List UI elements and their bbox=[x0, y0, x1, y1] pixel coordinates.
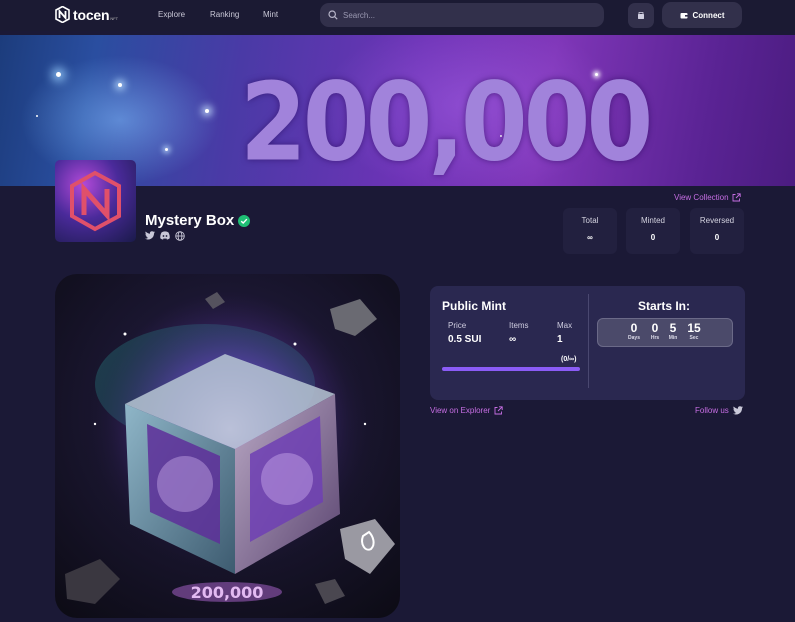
collection-logo-icon bbox=[70, 170, 121, 232]
panel-divider bbox=[588, 294, 589, 388]
logo-text: tocen bbox=[73, 6, 110, 23]
nav-link-mint[interactable]: Mint bbox=[263, 10, 278, 19]
mint-ratio: (0/∞) bbox=[561, 356, 577, 363]
mint-progress-bar bbox=[442, 367, 580, 371]
price-value: 0.5 SUI bbox=[448, 334, 482, 345]
collection-name: Mystery Box bbox=[145, 212, 235, 229]
public-mint-title: Public Mint bbox=[442, 299, 506, 313]
price-label: Price bbox=[448, 321, 467, 330]
countdown-timer: 0 Days 0 Hrs 5 Min 15 Sec bbox=[597, 318, 733, 347]
items-label: Items bbox=[509, 321, 529, 330]
countdown-minutes-value: 5 bbox=[669, 321, 677, 335]
artwork-floor-text: 200,000 bbox=[191, 583, 264, 602]
stat-reversed: Reversed 0 bbox=[690, 208, 744, 254]
countdown-minutes-unit: Min bbox=[668, 335, 678, 341]
view-collection-link[interactable]: View Collection bbox=[674, 193, 741, 202]
stat-label: Total bbox=[581, 216, 599, 225]
countdown-days-value: 0 bbox=[630, 321, 638, 335]
countdown-seconds-unit: Sec bbox=[689, 335, 699, 341]
max-label: Max bbox=[557, 321, 573, 330]
logo[interactable]: tocen NFT bbox=[55, 6, 118, 23]
mystery-box-image: 200,000 bbox=[65, 292, 395, 604]
view-collection-label: View Collection bbox=[674, 193, 729, 202]
external-link-icon bbox=[732, 193, 741, 202]
stat-label: Minted bbox=[640, 216, 665, 225]
countdown-days-unit: Days bbox=[628, 335, 640, 341]
countdown-hours: 0 Hrs bbox=[645, 321, 665, 342]
countdown-hours-unit: Hrs bbox=[650, 335, 660, 341]
search-bar[interactable] bbox=[320, 3, 604, 27]
cart-icon bbox=[638, 11, 644, 19]
stat-label: Reversed bbox=[699, 216, 735, 225]
stat-minted: Minted 0 bbox=[626, 208, 680, 254]
nav-link-ranking[interactable]: Ranking bbox=[210, 10, 239, 19]
collection-title: Mystery Box bbox=[145, 212, 251, 229]
countdown-minutes: 5 Min bbox=[663, 321, 683, 342]
items-value: ∞ bbox=[509, 334, 517, 345]
social-links bbox=[145, 231, 185, 241]
collection-avatar bbox=[55, 160, 136, 242]
connect-button[interactable]: Connect bbox=[662, 2, 742, 28]
search-input[interactable] bbox=[343, 10, 583, 20]
nft-artwork: 200,000 bbox=[55, 274, 400, 618]
top-nav: tocen NFT Explore Ranking Mint Connect bbox=[0, 0, 795, 31]
nav-link-explore[interactable]: Explore bbox=[158, 10, 185, 19]
view-on-explorer-link[interactable]: View on Explorer bbox=[430, 406, 503, 415]
stat-value: ∞ bbox=[587, 233, 593, 242]
discord-icon[interactable] bbox=[160, 231, 170, 240]
view-on-explorer-label: View on Explorer bbox=[430, 406, 491, 415]
countdown-days: 0 Days bbox=[624, 321, 644, 342]
max-value: 1 bbox=[557, 334, 563, 345]
twitter-icon bbox=[732, 406, 743, 415]
verified-icon bbox=[238, 214, 251, 227]
follow-us-link[interactable]: Follow us bbox=[695, 406, 743, 415]
countdown-hours-value: 0 bbox=[651, 321, 659, 335]
countdown-seconds-value: 15 bbox=[687, 321, 701, 335]
stat-total: Total ∞ bbox=[563, 208, 617, 254]
stat-value: 0 bbox=[714, 233, 720, 242]
wallet-icon bbox=[680, 12, 687, 18]
stat-value: 0 bbox=[650, 233, 656, 242]
connect-label: Connect bbox=[692, 10, 725, 20]
mint-panel: Public Mint Price Items Max 0.5 SUI ∞ 1 … bbox=[430, 286, 745, 400]
twitter-icon[interactable] bbox=[145, 231, 155, 240]
banner-headline: 200,000 bbox=[240, 60, 653, 186]
follow-us-label: Follow us bbox=[695, 406, 729, 415]
cart-button[interactable] bbox=[628, 3, 654, 28]
logo-subtext: NFT bbox=[110, 15, 119, 21]
starts-in-title: Starts In: bbox=[638, 299, 691, 313]
search-icon bbox=[328, 10, 338, 20]
logo-icon bbox=[55, 6, 70, 23]
countdown-seconds: 15 Sec bbox=[684, 321, 704, 342]
globe-icon[interactable] bbox=[175, 231, 185, 241]
external-link-icon bbox=[494, 406, 503, 415]
